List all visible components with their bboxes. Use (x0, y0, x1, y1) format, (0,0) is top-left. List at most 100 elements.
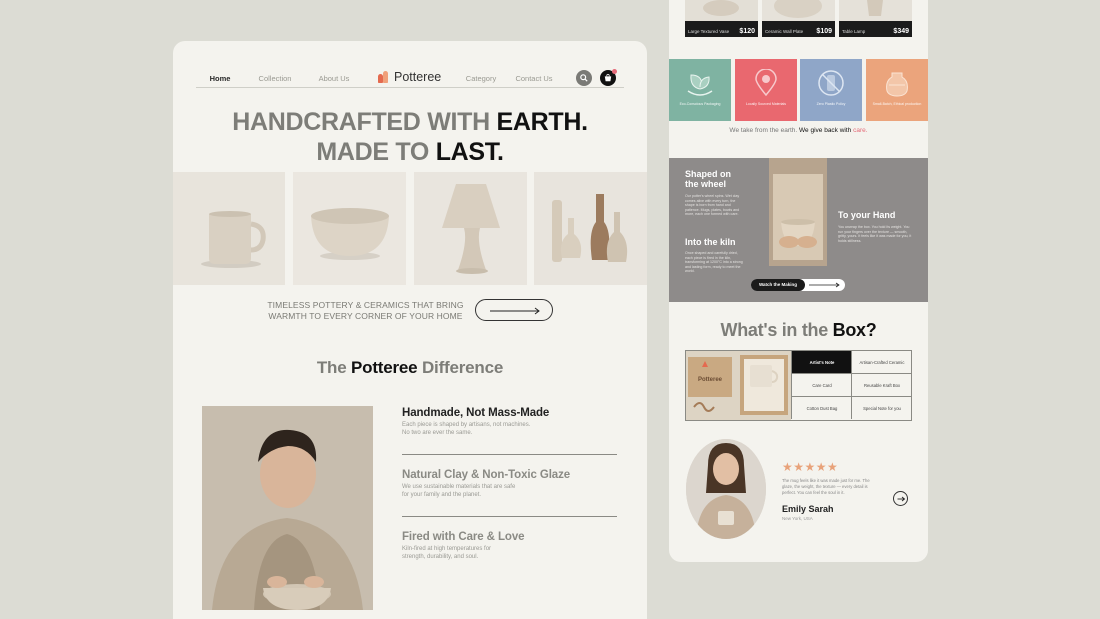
tile-caption: Zero Plastic Policy (816, 102, 846, 106)
process-section: Shaped on the wheel Our potter's wheel s… (669, 158, 928, 302)
process-step2-text: Once shaped and carefully dried, each pi… (685, 251, 743, 273)
feature-title: Natural Clay & Non-Toxic Glaze (402, 469, 571, 481)
leaf-icon (687, 74, 713, 96)
box-item-kraft-box: Reusable Kraft Box (851, 373, 912, 396)
process-step3-title: To your Hand (838, 210, 896, 220)
detail-page-card: Large Textured Vase $120 Ceramic Wall Pl… (669, 0, 928, 562)
tagline-line1: TIMELESS POTTERY & CERAMICS THAT BRING (267, 300, 464, 310)
product-price: $120 (739, 28, 755, 35)
process-step1-title: Shaped on the wheel (685, 169, 732, 189)
arrow-right-icon (490, 307, 540, 315)
box-heading: What's in the Box? (669, 320, 928, 341)
lamp-photo[interactable] (414, 172, 527, 285)
tile-caption: Locally Sourced Materials (745, 102, 787, 106)
product-name: Table Lamp (842, 29, 866, 34)
mug-photo[interactable] (173, 172, 285, 285)
brand-logo[interactable]: Potteree (378, 70, 441, 84)
diff-title-part1: The (316, 358, 352, 377)
reviewer-location: New York, USA (782, 516, 813, 521)
logo-icon (378, 71, 390, 83)
hero-line1-muted: HANDCRAFTED WITH (232, 108, 497, 136)
tile-local-materials: Locally Sourced Materials (735, 59, 797, 121)
values-line-accent: care. (853, 127, 868, 134)
tile-eco-packaging: Eco-Conscious Packaging (669, 59, 731, 121)
feature-handmade: Handmade, Not Mass-Made Each piece is sh… (402, 407, 617, 437)
product-name: Ceramic Wall Plate (765, 29, 804, 34)
hero-headline: HANDCRAFTED WITH EARTH. MADE TO LAST. (173, 107, 647, 167)
top-nav: Home Collection About Us Potteree Catego… (173, 55, 647, 86)
no-plastic-icon (818, 70, 844, 96)
hero-product-photos (173, 172, 647, 285)
diff-title-part2: Difference (417, 358, 504, 377)
rating-stars: ★★★★★ (782, 460, 839, 474)
feature-natural-clay: Natural Clay & Non-Toxic Glaze We use su… (402, 469, 617, 499)
box-item-artists-note: Artist's Note (791, 350, 852, 373)
cart-icon[interactable] (600, 69, 617, 86)
values-line-bold: We give back with (799, 127, 854, 134)
feature-title: Fired with Care & Love (402, 531, 525, 543)
pot-icon (886, 72, 908, 97)
arrow-right-icon (897, 496, 906, 502)
cart-badge (612, 69, 617, 74)
watch-making-button[interactable]: Watch the Making (751, 279, 845, 291)
tagline-line2: WARMTH TO EVERY CORNER OF YOUR HOME (268, 311, 463, 321)
product-price: $109 (816, 28, 832, 35)
tile-caption: Eco-Conscious Packaging (679, 102, 721, 106)
product-card[interactable]: Ceramic Wall Plate $109 (762, 0, 835, 37)
reviewer-name: Emily Sarah (782, 504, 834, 514)
box-brand-label: Potteree (698, 377, 723, 383)
nav-home[interactable]: Home (210, 74, 231, 83)
nav-collection[interactable]: Collection (259, 74, 292, 83)
feature-desc-line1: We use sustainable materials that are sa… (402, 484, 516, 490)
values-line-muted: We take from the earth. (729, 127, 800, 134)
hero-line1-bold: EARTH. (496, 108, 589, 136)
nav-contact-us[interactable]: Contact Us (515, 74, 552, 83)
review-quote: The mug feels like it was made just for … (782, 478, 870, 495)
product-card[interactable]: Table Lamp $349 (839, 0, 912, 37)
nav-about-us[interactable]: About Us (319, 74, 350, 83)
vases-photo[interactable] (534, 172, 647, 285)
feature-divider (402, 516, 617, 517)
feature-desc-line1: Kiln-fired at high temperatures for (402, 546, 492, 552)
box-image: Potteree (686, 351, 791, 420)
box-item-special-note: Special Note for you (851, 396, 912, 419)
hero-line2-muted: MADE TO (316, 138, 436, 166)
next-review-button[interactable] (893, 491, 908, 506)
process-photo (769, 158, 827, 266)
product-image (685, 0, 758, 21)
nav-divider (196, 87, 624, 88)
product-name: Large Textured Vase (688, 29, 730, 34)
feature-title: Handmade, Not Mass-Made (402, 407, 550, 419)
tagline: TIMELESS POTTERY & CERAMICS THAT BRING W… (253, 300, 478, 322)
tile-zero-plastic: Zero Plastic Policy (800, 59, 862, 121)
diff-title-brand: Potteree (351, 358, 418, 377)
tile-caption: Small-Batch, Ethical production (872, 102, 922, 106)
feature-desc-line2: for your family and the planet. (402, 492, 482, 498)
product-image (762, 0, 835, 21)
process-step3-text: You unwrap the box. You hold its weight.… (838, 225, 912, 243)
bowl-photo[interactable] (293, 172, 406, 285)
box-item-ceramic: Artisan-Crafted Ceramic (851, 350, 912, 373)
product-card[interactable]: Large Textured Vase $120 (685, 0, 758, 37)
search-icon[interactable] (576, 70, 592, 86)
feature-desc-line2: No two are ever the same. (402, 430, 473, 436)
box-item-care-card: Care Card (791, 373, 852, 396)
process-step1-text: Our potter's wheel spins. Wet clay comes… (685, 194, 740, 216)
product-image (839, 0, 912, 21)
process-step2-title: Into the kiln (685, 237, 736, 247)
nav-category[interactable]: Category (466, 74, 496, 83)
feature-divider (402, 454, 617, 455)
watch-making-label: Watch the Making (751, 279, 805, 291)
reviewer-avatar (686, 439, 766, 539)
values-statement: We take from the earth. We give back wit… (669, 127, 928, 134)
feature-fired-with-care: Fired with Care & Love Kiln-fired at hig… (402, 531, 617, 561)
location-pin-icon (755, 69, 777, 97)
feature-desc-line2: strength, durability, and soul. (402, 554, 479, 560)
shop-arrow-button[interactable] (475, 299, 553, 321)
brand-name: Potteree (394, 70, 442, 84)
landing-page-card: Home Collection About Us Potteree Catego… (173, 41, 647, 619)
hero-line2-bold: LAST. (435, 138, 504, 166)
artisan-photo (202, 406, 373, 610)
product-price: $349 (893, 28, 909, 35)
values-tiles: Eco-Conscious Packaging Locally Sourced … (669, 59, 928, 121)
